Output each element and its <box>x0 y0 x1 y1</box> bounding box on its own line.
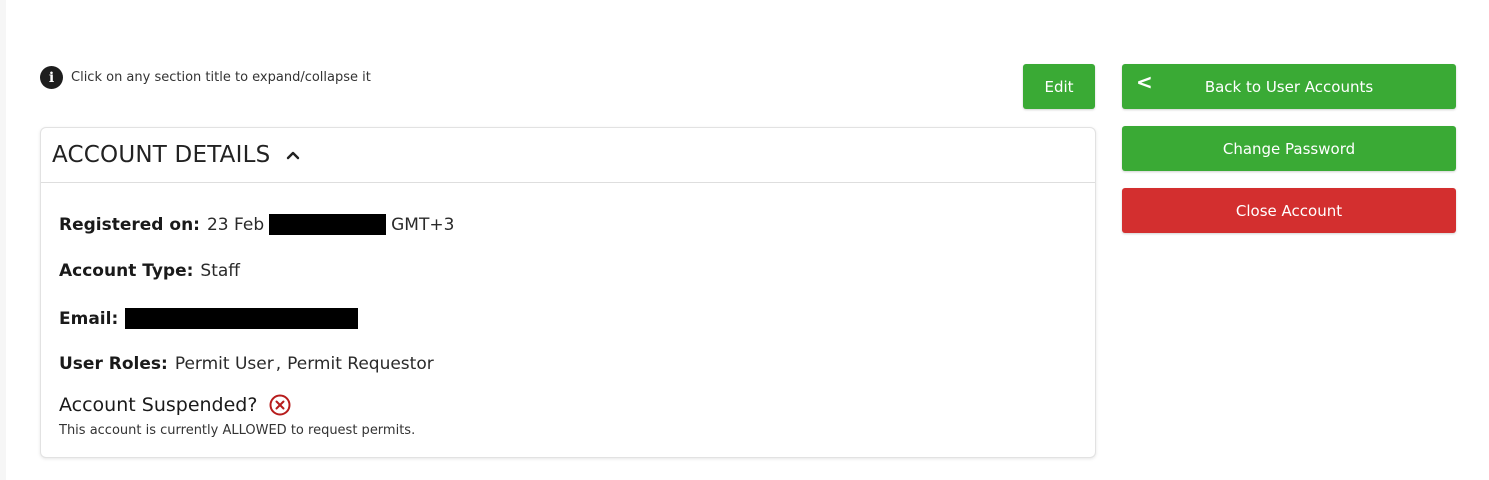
registered-on-date: 23 Feb <box>206 214 265 235</box>
registered-on-label: Registered on: <box>59 214 200 235</box>
account-details-title[interactable]: ACCOUNT DETAILS <box>52 142 270 168</box>
section-toggle-hint: i Click on any section title to expand/c… <box>40 66 371 89</box>
chevron-left-icon: < <box>1136 70 1153 94</box>
edit-button-label: Edit <box>1044 77 1074 96</box>
redacted-registration-year-time <box>269 214 387 235</box>
close-account-label: Close Account <box>1235 201 1343 220</box>
left-edge-strip <box>0 0 6 480</box>
role-item: Permit User <box>174 354 274 374</box>
email-row: Email: <box>59 308 359 329</box>
role-item: Permit Requestor <box>287 354 434 374</box>
email-label: Email: <box>59 308 119 329</box>
user-roles-label: User Roles: <box>59 354 168 374</box>
account-type-label: Account Type: <box>59 261 194 281</box>
account-type-value: Staff <box>200 261 240 281</box>
change-password-label: Change Password <box>1222 139 1356 158</box>
close-account-button[interactable]: Close Account <box>1122 188 1456 233</box>
change-password-button[interactable]: Change Password <box>1122 126 1456 171</box>
registered-on-timezone: GMT+3 <box>391 214 455 235</box>
account-details-card: ACCOUNT DETAILS Registered on: 23 Feb GM… <box>40 127 1096 458</box>
account-suspended-note: This account is currently ALLOWED to req… <box>59 423 416 438</box>
hint-text: Click on any section title to expand/col… <box>71 70 371 85</box>
account-details-header[interactable]: ACCOUNT DETAILS <box>41 128 1095 183</box>
account-type-row: Account Type: Staff <box>59 261 240 281</box>
chevron-up-icon[interactable] <box>284 146 302 164</box>
account-suspended-label: Account Suspended? <box>59 394 258 416</box>
redacted-email <box>125 308 359 329</box>
user-roles-row: User Roles: Permit User , Permit Request… <box>59 354 434 374</box>
back-button-label: Back to User Accounts <box>1204 77 1374 96</box>
registered-on-row: Registered on: 23 Feb GMT+3 <box>59 214 454 235</box>
page: i Click on any section title to expand/c… <box>0 0 1489 480</box>
back-to-user-accounts-button[interactable]: < Back to User Accounts <box>1122 64 1456 109</box>
account-suspended-row: Account Suspended? <box>59 394 291 416</box>
info-icon: i <box>40 66 63 89</box>
role-separator: , <box>275 354 282 374</box>
circle-x-icon <box>269 394 291 416</box>
edit-button[interactable]: Edit <box>1023 64 1095 109</box>
